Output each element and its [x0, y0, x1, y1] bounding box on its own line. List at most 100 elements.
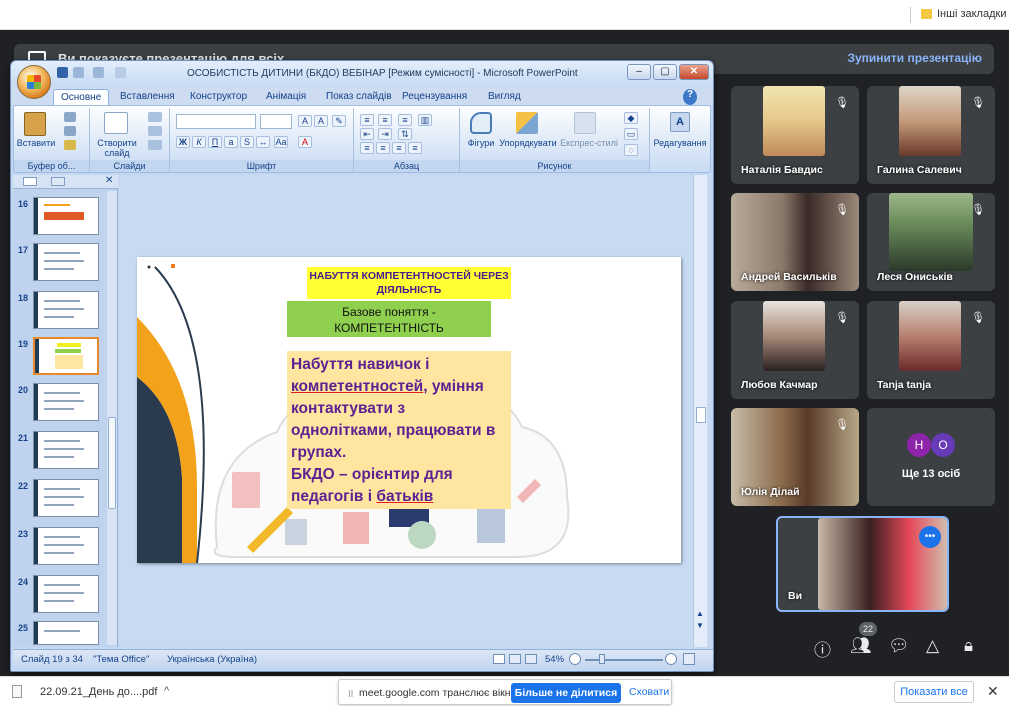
- outline-tab-icon[interactable]: [51, 177, 65, 186]
- align-right-icon[interactable]: ≡: [392, 142, 406, 154]
- new-slide-button[interactable]: Створити слайд: [92, 138, 142, 158]
- bullets-icon[interactable]: ≡: [360, 114, 374, 126]
- fit-window-icon[interactable]: [683, 653, 695, 665]
- stop-sharing-button[interactable]: Більше не ділитися: [511, 683, 621, 703]
- underline-icon[interactable]: П: [208, 136, 222, 148]
- font-size-input[interactable]: [260, 114, 292, 129]
- more-participants-tile[interactable]: Н О Ще 13 осіб: [867, 408, 995, 506]
- quick-styles-button[interactable]: Експрес-стилі: [558, 138, 620, 148]
- tab-insert[interactable]: Вставлення: [113, 89, 182, 105]
- font-name-input[interactable]: [176, 114, 256, 129]
- new-slide-icon[interactable]: [104, 112, 128, 134]
- slide-thumb-25[interactable]: [33, 621, 99, 645]
- close-pane-icon[interactable]: ✕: [105, 175, 113, 186]
- zoom-slider[interactable]: [585, 659, 663, 661]
- participant-tile[interactable]: 🎙︎ Леся Ониськів: [867, 193, 995, 291]
- reset-icon[interactable]: [148, 126, 162, 136]
- zoom-out-icon[interactable]: [569, 653, 581, 665]
- paste-button[interactable]: Вставити: [16, 138, 56, 148]
- slideshow-view-icon[interactable]: [525, 654, 537, 664]
- people-icon[interactable]: 👥︎: [850, 636, 872, 656]
- fill-icon[interactable]: ◆: [624, 112, 638, 124]
- grow-font-icon[interactable]: A: [298, 115, 312, 127]
- cut-icon[interactable]: [64, 112, 76, 122]
- host-controls-icon[interactable]: 🔒︎: [964, 636, 973, 656]
- slides-tab-icon[interactable]: [23, 177, 37, 186]
- columns-icon[interactable]: ▥: [418, 114, 432, 126]
- maximize-button[interactable]: ▢: [653, 64, 677, 80]
- shadow-icon[interactable]: S: [240, 136, 254, 148]
- strike-icon[interactable]: a: [224, 136, 238, 148]
- zoom-slider-thumb[interactable]: [599, 654, 605, 664]
- current-slide[interactable]: НАБУТТЯ КОМПЕТЕНТНОСТЕЙ ЧЕРЕЗ ДІЯЛЬНІСТЬ…: [137, 257, 681, 563]
- arrange-button[interactable]: Упорядкувати: [498, 138, 558, 148]
- tab-review[interactable]: Рецензування: [395, 89, 474, 105]
- slide-thumb-17[interactable]: [33, 243, 99, 281]
- next-slide-icon[interactable]: ▼: [696, 621, 704, 630]
- close-window-button[interactable]: ✕: [679, 64, 709, 80]
- outline-icon[interactable]: ▭: [624, 128, 638, 140]
- tab-home[interactable]: Основне: [53, 89, 110, 105]
- chevron-up-icon[interactable]: ^: [164, 685, 169, 697]
- text-dir-icon[interactable]: ⇅: [398, 128, 412, 140]
- format-painter-icon[interactable]: [64, 140, 76, 150]
- clear-format-icon[interactable]: ✎: [332, 115, 346, 127]
- find-icon[interactable]: A: [670, 112, 690, 132]
- paste-icon[interactable]: [24, 112, 46, 136]
- bold-icon[interactable]: Ж: [176, 136, 190, 148]
- redo-icon[interactable]: [93, 67, 104, 78]
- shapes-button[interactable]: Фігури: [462, 138, 500, 148]
- minimize-button[interactable]: –: [627, 64, 651, 80]
- stop-presenting-button[interactable]: Зупинити презентацію: [847, 51, 982, 65]
- other-bookmarks[interactable]: Інші закладки: [937, 8, 1006, 20]
- indent-dec-icon[interactable]: ⇤: [360, 128, 374, 140]
- effects-icon[interactable]: ◌: [624, 144, 638, 156]
- participant-tile[interactable]: 🎙︎ Андрей Васильків: [731, 193, 859, 291]
- slide-thumb-18[interactable]: [33, 291, 99, 329]
- thumbs-scroll-thumb[interactable]: [108, 417, 116, 509]
- slide-thumb-19[interactable]: [33, 337, 99, 375]
- slide-thumb-24[interactable]: [33, 575, 99, 613]
- chat-icon[interactable]: 💬︎: [888, 636, 910, 656]
- delete-icon[interactable]: [148, 140, 162, 150]
- normal-view-icon[interactable]: [493, 654, 505, 664]
- arrange-icon[interactable]: [516, 112, 538, 134]
- info-icon[interactable]: ⓘ: [814, 636, 831, 661]
- numbering-icon[interactable]: ≡: [378, 114, 392, 126]
- participant-tile[interactable]: 🎙︎ Tanja tanja: [867, 301, 995, 399]
- prev-slide-icon[interactable]: ▲: [696, 609, 704, 618]
- slide-thumb-22[interactable]: [33, 479, 99, 517]
- spacing-icon[interactable]: ↔: [256, 136, 270, 148]
- close-icon[interactable]: ✕: [987, 683, 999, 700]
- slide-thumb-16[interactable]: [33, 197, 99, 235]
- copy-icon[interactable]: [64, 126, 76, 136]
- language[interactable]: Українська (Україна): [167, 654, 257, 665]
- case-icon[interactable]: Aa: [274, 136, 288, 148]
- help-icon[interactable]: ?: [683, 89, 698, 105]
- download-file[interactable]: 22.09.21_День до....pdf: [40, 686, 157, 698]
- self-tile[interactable]: ••• Ви: [776, 516, 949, 612]
- line-spacing-icon[interactable]: ≡: [398, 114, 412, 126]
- slide-thumb-21[interactable]: [33, 431, 99, 469]
- undo-icon[interactable]: [73, 67, 84, 78]
- thumbs-scrollbar[interactable]: [107, 191, 117, 645]
- drag-handle-icon[interactable]: ॥: [347, 686, 354, 701]
- indent-inc-icon[interactable]: ⇥: [378, 128, 392, 140]
- tab-animation[interactable]: Анімація: [259, 89, 313, 105]
- zoom-in-icon[interactable]: [665, 653, 677, 665]
- tab-design[interactable]: Конструктор: [183, 89, 254, 105]
- hide-button[interactable]: Сховати: [629, 686, 669, 698]
- italic-icon[interactable]: К: [192, 136, 206, 148]
- editor-scrollbar[interactable]: ▲ ▼: [693, 175, 707, 647]
- shrink-font-icon[interactable]: A: [314, 115, 328, 127]
- participant-tile[interactable]: 🎙︎ Наталія Бавдис: [731, 86, 859, 184]
- slide-thumb-20[interactable]: [33, 383, 99, 421]
- sorter-view-icon[interactable]: [509, 654, 521, 664]
- slide-thumb-23[interactable]: [33, 527, 99, 565]
- show-all-button[interactable]: Показати все: [894, 681, 974, 703]
- font-color-icon[interactable]: A: [298, 136, 312, 148]
- participant-tile[interactable]: 🎙︎ Юлія Ділай: [731, 408, 859, 506]
- quick-access-icon[interactable]: [115, 67, 126, 78]
- align-left-icon[interactable]: ≡: [360, 142, 374, 154]
- participant-tile[interactable]: 🎙︎ Любов Качмар: [731, 301, 859, 399]
